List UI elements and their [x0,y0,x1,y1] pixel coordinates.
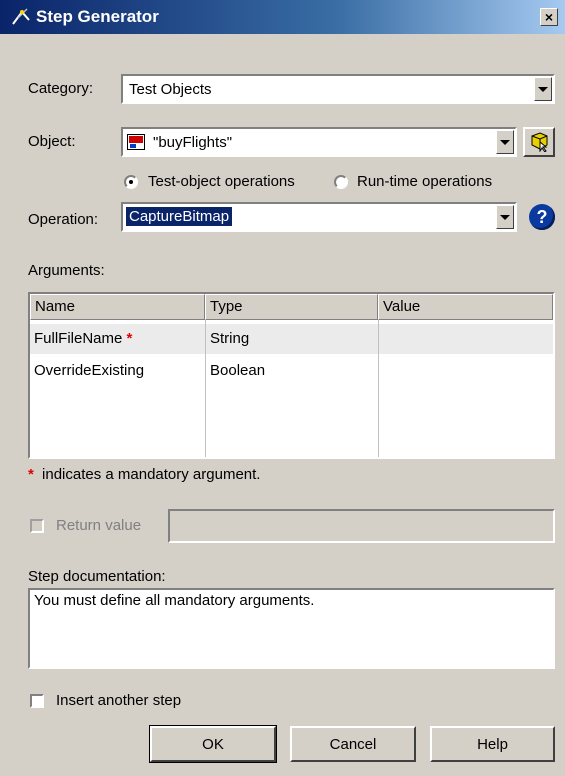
object-picker-icon [531,132,548,152]
arguments-table[interactable]: Name Type Value FullFileName * String Ov… [28,292,555,459]
object-label: Object: [28,133,76,150]
cancel-button[interactable]: Cancel [290,726,416,762]
category-select[interactable]: Test Objects [121,74,555,104]
operation-select[interactable]: CaptureBitmap [121,202,517,232]
operation-help-icon[interactable]: ? [529,204,555,230]
close-button[interactable]: × [540,8,558,26]
help-button[interactable]: Help [430,726,555,762]
column-divider [378,320,379,457]
category-label: Category: [28,80,94,97]
chevron-down-icon [500,139,510,145]
table-row[interactable]: OverrideExisting Boolean [30,356,553,386]
object-dropdown-button[interactable] [496,130,514,154]
argument-type-cell: Boolean [210,362,266,379]
operation-dropdown-button[interactable] [496,205,514,229]
table-row[interactable]: FullFileName * String [30,324,553,354]
step-documentation-text[interactable]: You must define all mandatory arguments. [28,588,555,669]
radio-selected-dot [129,180,133,184]
mandatory-star-icon: * [28,466,34,483]
insert-another-step-checkbox[interactable] [30,694,44,708]
web-button-object-icon [127,134,145,150]
category-value: Test Objects [129,81,212,98]
step-documentation-content: You must define all mandatory arguments. [34,592,315,609]
mandatory-note: * indicates a mandatory argument. [28,466,261,483]
return-value-label: Return value [56,517,142,534]
select-object-button[interactable] [523,127,555,157]
test-object-operations-radio[interactable] [124,175,138,189]
operation-label: Operation: [28,211,99,228]
ok-button[interactable]: OK [149,725,277,763]
run-time-operations-label[interactable]: Run-time operations [357,173,492,190]
return-value-checkbox[interactable] [30,519,44,533]
object-value: "buyFlights" [153,134,233,151]
argument-name-cell: OverrideExisting [34,362,145,379]
chevron-down-icon [538,86,548,92]
insert-another-step-label[interactable]: Insert another step [56,692,181,709]
step-generator-icon [12,8,30,25]
question-mark: ? [536,206,548,227]
argument-type-cell: String [210,330,250,347]
column-header-value[interactable]: Value [378,294,553,320]
column-divider [205,320,206,457]
title-bar: Step Generator × [0,0,565,34]
run-time-operations-radio[interactable] [334,175,348,189]
column-header-type[interactable]: Type [205,294,378,320]
step-documentation-label: Step documentation: [28,568,166,585]
mandatory-mark: * [126,330,133,347]
object-select[interactable]: "buyFlights" [121,127,517,157]
column-header-name[interactable]: Name [30,294,205,320]
return-value-field [168,509,555,543]
argument-name-cell: FullFileName * [34,330,133,347]
category-dropdown-button[interactable] [534,77,552,101]
test-object-operations-label[interactable]: Test-object operations [148,173,295,190]
window-title: Step Generator [36,7,159,26]
close-icon: × [544,9,554,25]
chevron-down-icon [500,214,510,220]
operation-value: CaptureBitmap [124,206,234,227]
arguments-label: Arguments: [28,262,105,279]
